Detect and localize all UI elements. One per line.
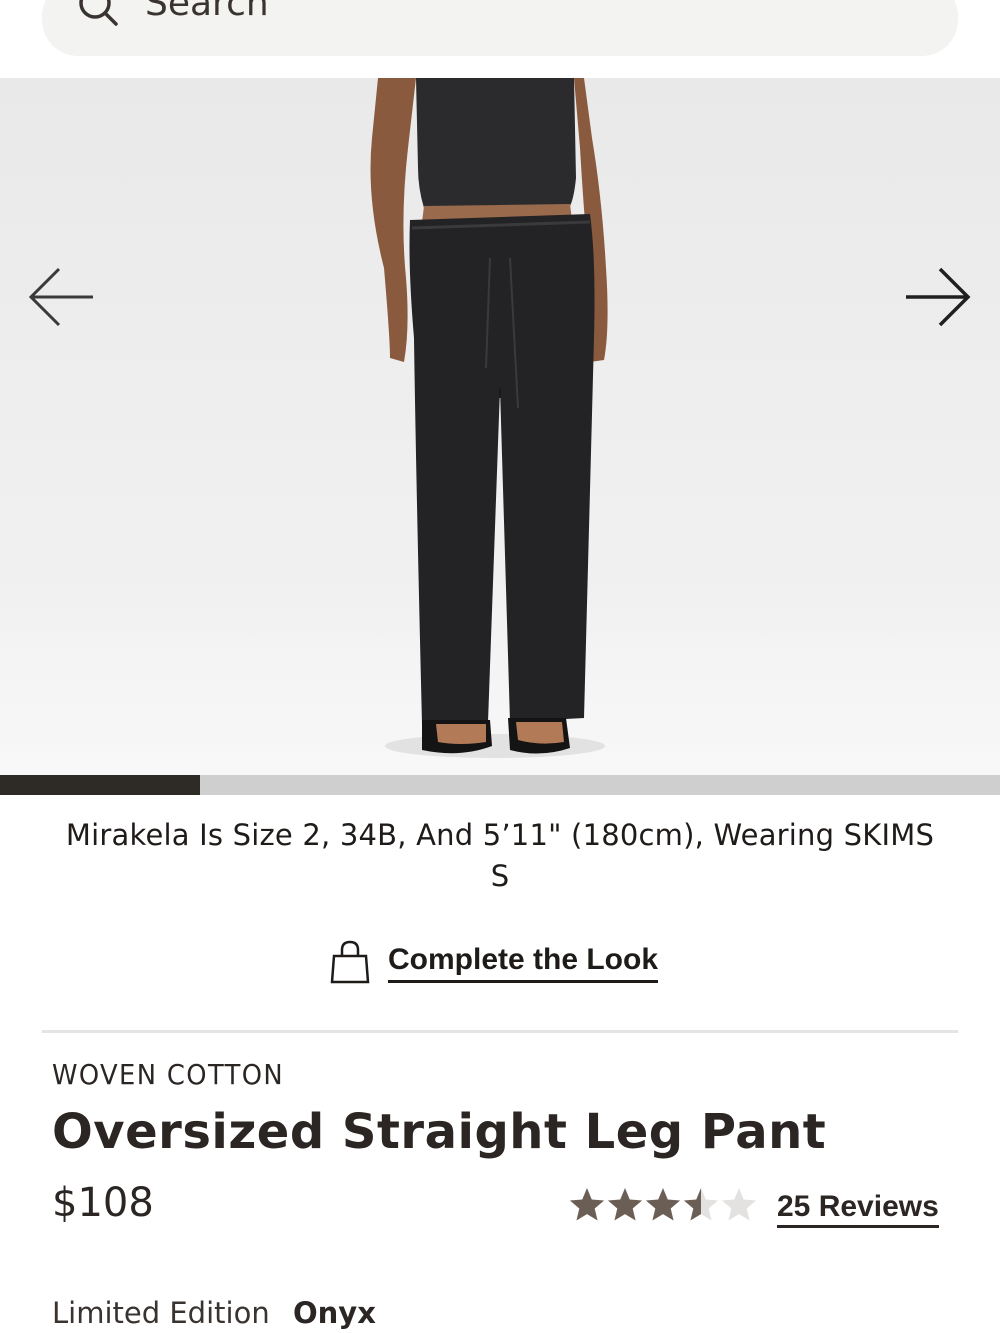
gallery-progress-fill: [0, 775, 200, 795]
shopping-bag-icon: [330, 940, 370, 984]
search-header: Search: [0, 0, 1000, 78]
gallery-progress-bar: [0, 775, 1000, 795]
product-title: Oversized Straight Leg Pant: [52, 1104, 827, 1160]
product-collection: WOVEN COTTON: [52, 1058, 285, 1091]
search-icon: [79, 0, 118, 26]
reviews-link[interactable]: 25 Reviews: [777, 1190, 939, 1228]
arrow-left-icon[interactable]: [25, 261, 97, 333]
section-divider: [42, 1030, 958, 1033]
model-size-caption: Mirakela Is Size 2, 34B, And 5’11" (180c…: [65, 818, 935, 893]
arrow-right-icon[interactable]: [902, 261, 974, 333]
product-price: $108: [52, 1180, 154, 1226]
star-icon: [569, 1188, 605, 1221]
product-image-gallery[interactable]: [0, 78, 1000, 775]
search-input[interactable]: Search: [145, 0, 269, 26]
color-name: Onyx: [293, 1296, 376, 1330]
star-icon: [607, 1188, 643, 1221]
star-icon: [683, 1188, 719, 1221]
product-image: [370, 78, 608, 758]
edition-label: Limited Edition: [52, 1296, 270, 1330]
star-rating[interactable]: [568, 1186, 758, 1226]
complete-the-look-label[interactable]: Complete the Look: [388, 942, 659, 983]
star-icon: [645, 1188, 681, 1221]
complete-the-look-link[interactable]: Complete the Look: [330, 937, 659, 987]
star-icon: [721, 1188, 757, 1221]
